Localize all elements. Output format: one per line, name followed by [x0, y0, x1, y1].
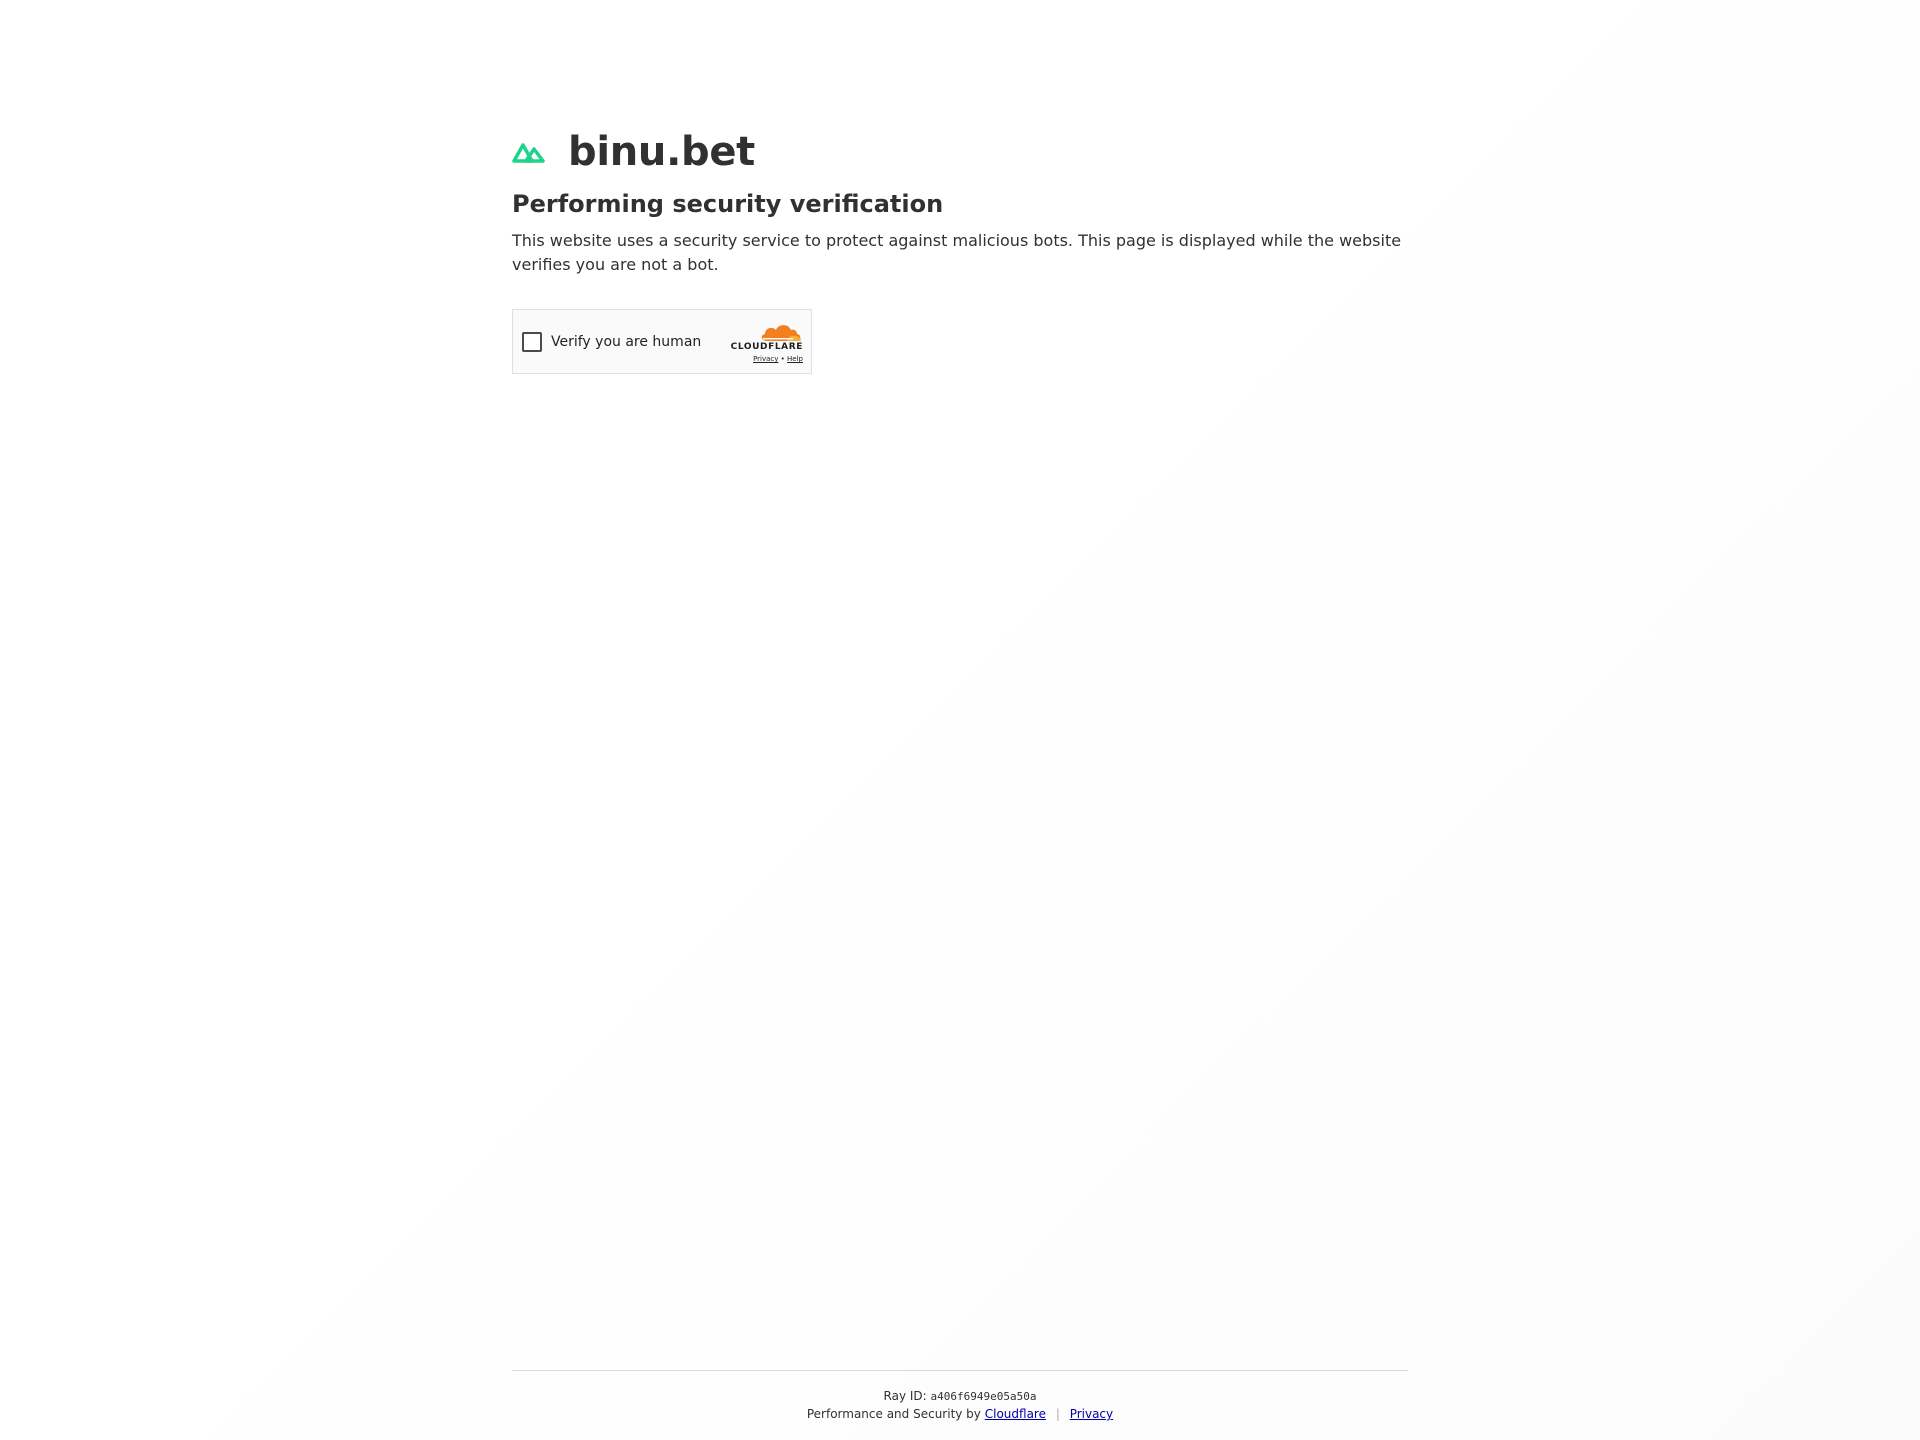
mountain-logo-icon [512, 139, 546, 165]
ray-id-label: Ray ID: [883, 1389, 927, 1403]
site-name: binu.bet [568, 129, 755, 175]
footer: Ray ID: a406f6949e05a50a Performance and… [512, 1370, 1408, 1423]
footer-separator: | [1055, 1407, 1060, 1421]
widget-help-link[interactable]: Help [787, 355, 803, 363]
cloudflare-brand: CLOUDFLARE Privacy • Help [727, 322, 803, 364]
page-description: This website uses a security service to … [512, 231, 1402, 274]
ray-id-line: Ray ID: a406f6949e05a50a [512, 1388, 1408, 1405]
page-title: Performing security verification [512, 190, 944, 218]
widget-privacy-link[interactable]: Privacy [753, 355, 778, 363]
main-content: binu.bet Performing security verificatio… [512, 128, 1408, 374]
verify-checkbox[interactable] [522, 331, 542, 352]
widget-links: Privacy • Help [727, 354, 803, 364]
turnstile-widget: Verify you are human CLOUDFLARE Privacy … [512, 309, 812, 374]
site-header: binu.bet [512, 128, 1408, 176]
widget-link-separator: • [780, 355, 785, 363]
ray-id-value: a406f6949e05a50a [930, 1390, 1037, 1403]
performance-line: Performance and Security by Cloudflare |… [512, 1405, 1408, 1423]
verify-label: Verify you are human [551, 333, 702, 350]
cloudflare-link[interactable]: Cloudflare [985, 1407, 1046, 1421]
cloudflare-cloud-icon [757, 322, 803, 342]
page: binu.bet Performing security verificatio… [0, 0, 1920, 1440]
performance-label: Performance and Security by [806, 1407, 981, 1421]
footer-privacy-link[interactable]: Privacy [1070, 1407, 1113, 1421]
cloudflare-wordmark: CLOUDFLARE [730, 342, 803, 352]
